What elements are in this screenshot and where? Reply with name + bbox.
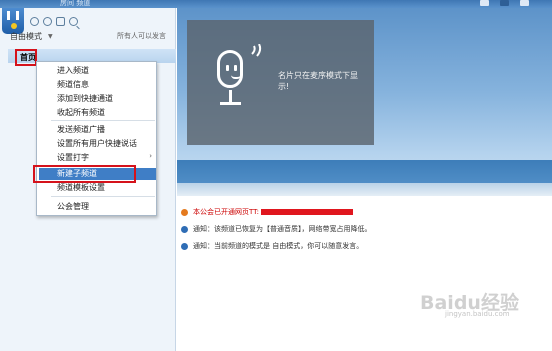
chevron-right-icon: › <box>149 152 152 160</box>
highlight-box-new-subchannel <box>33 165 136 183</box>
notice-text: 通知：该频道已恢复为【普通音质】，网络带宽占用降低。 <box>193 225 372 233</box>
minimize-button[interactable] <box>480 0 489 6</box>
search-icon[interactable] <box>69 17 78 26</box>
microphone-icon <box>213 50 249 110</box>
notice-item: 通知：当前频道的模式是 自由模式，你可以随意发言。 <box>181 241 363 251</box>
background-beach <box>177 183 552 196</box>
notice-text: 通知：当前频道的模式是 自由模式，你可以随意发言。 <box>193 242 364 250</box>
info-icon <box>181 242 188 250</box>
menu-item-broadcast[interactable]: 发送频道广播 <box>57 124 105 135</box>
toolbar <box>30 17 78 26</box>
mode-selector[interactable]: 自由模式 <box>10 31 42 42</box>
sound-waves-icon <box>251 44 262 57</box>
highlight-box-channel <box>15 49 37 66</box>
menu-item-typing[interactable]: 设置打字 <box>57 152 89 163</box>
info-icon <box>181 225 188 233</box>
warning-icon <box>181 208 188 216</box>
maximize-button[interactable] <box>500 0 509 6</box>
context-menu: 进入频道 频道信息 添加到快捷通道 收起所有频道 发送频道广播 设置所有用户快捷… <box>36 61 157 216</box>
location-icon[interactable] <box>43 17 52 26</box>
card-message: 名片只在麦序模式下显示! <box>278 71 358 91</box>
menu-item-template-settings[interactable]: 频道模板设置 <box>57 182 105 193</box>
menu-item-channel-info[interactable]: 频道信息 <box>57 79 89 90</box>
chevron-down-icon[interactable]: ▼ <box>48 33 53 40</box>
redacted-link[interactable] <box>261 209 354 215</box>
menu-separator <box>51 120 155 121</box>
close-button[interactable] <box>520 0 529 6</box>
user-icon[interactable] <box>30 17 39 26</box>
menu-item-enter-channel[interactable]: 进入频道 <box>57 65 89 76</box>
watermark-url: jingyan.baidu.com <box>445 310 510 318</box>
window-title: 房间 频道 <box>60 0 91 7</box>
menu-item-add-shortcut[interactable]: 添加到快捷通道 <box>57 93 113 104</box>
notice-text: 本公会已开通网页TT: <box>193 208 260 216</box>
menu-separator <box>51 196 155 197</box>
notice-item: 本公会已开通网页TT: <box>181 207 354 217</box>
menu-item-guild-manage[interactable]: 公会管理 <box>57 201 89 212</box>
chat-icon[interactable] <box>56 17 65 26</box>
menu-item-quick-talk[interactable]: 设置所有用户快捷说话 <box>57 138 137 149</box>
menu-item-collapse-all[interactable]: 收起所有频道 <box>57 107 105 118</box>
notice-item: 通知：该频道已恢复为【普通音质】，网络带宽占用降低。 <box>181 224 372 234</box>
mode-hint: 所有人可以发言 <box>117 32 166 40</box>
